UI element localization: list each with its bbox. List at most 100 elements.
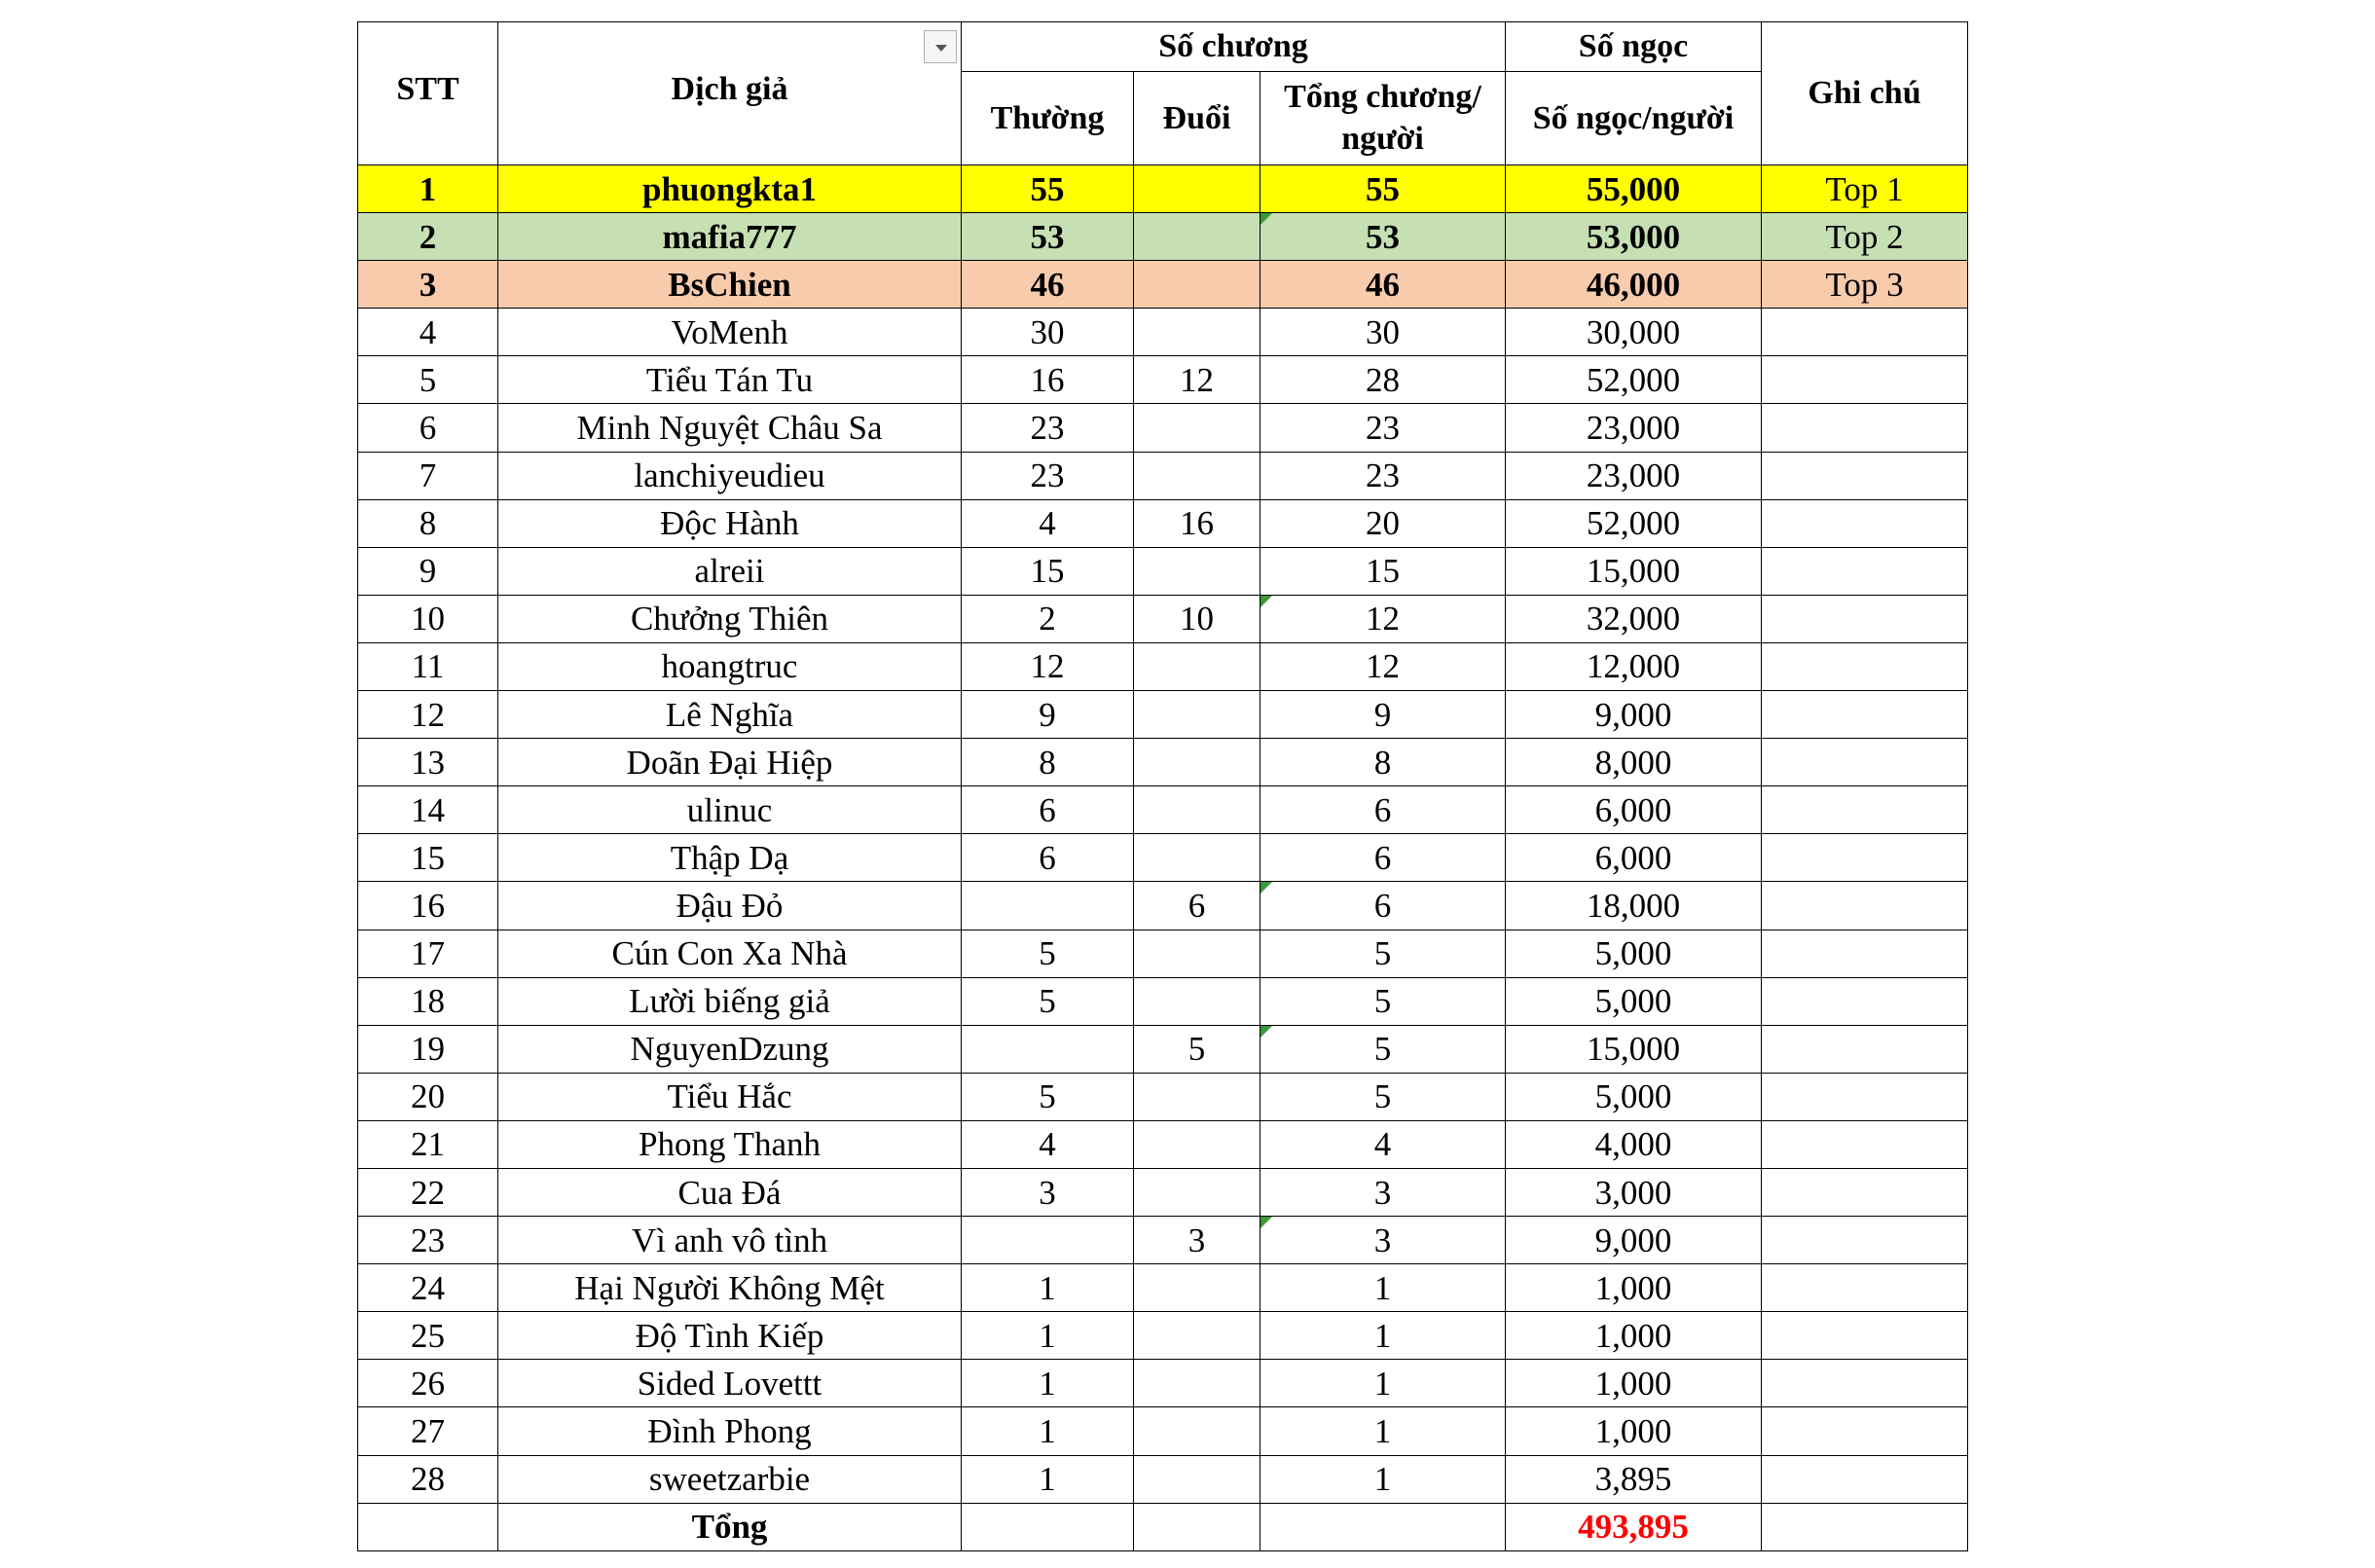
translator-cell: BsChien xyxy=(497,260,962,310)
translator-cell: Đình Phong xyxy=(497,1406,962,1456)
normal-chapters-cell: 30 xyxy=(961,308,1134,357)
stt-cell: 10 xyxy=(357,594,498,643)
translator-cell: Vì anh vô tình xyxy=(497,1216,962,1265)
total-chapters-cell: 1 xyxy=(1260,1359,1506,1408)
stt-cell: 21 xyxy=(357,1119,498,1169)
chase-chapters-cell xyxy=(1133,308,1261,357)
total-chapters-cell: 5 xyxy=(1260,929,1506,978)
total-chapters-cell: 6 xyxy=(1260,785,1506,835)
note-cell xyxy=(1761,546,1968,596)
normal-chapters-cell: 5 xyxy=(961,929,1134,978)
normal-chapters-cell: 53 xyxy=(961,212,1134,262)
normal-chapters-cell: 1 xyxy=(961,1359,1134,1408)
total-chapters-cell: 1 xyxy=(1260,1454,1506,1504)
total-chapters-cell: 46 xyxy=(1260,260,1506,310)
stt-cell: 4 xyxy=(357,308,498,357)
gems-cell: 15,000 xyxy=(1505,1024,1762,1074)
note-cell xyxy=(1761,929,1968,978)
chase-chapters-cell xyxy=(1133,641,1261,692)
chase-chapters-cell: 10 xyxy=(1133,594,1261,643)
table-row: 13 Doãn Đại Hiệp 8 8 8,000 xyxy=(357,738,1968,787)
normal-chapters-cell: 55 xyxy=(961,164,1134,214)
translator-cell: Phong Thanh xyxy=(497,1119,962,1169)
chase-chapters-cell xyxy=(1133,546,1261,596)
chase-chapters-cell xyxy=(1133,403,1261,453)
normal-chapters-cell: 16 xyxy=(961,355,1134,405)
gems-cell: 52,000 xyxy=(1505,498,1762,548)
total-chapters-cell: 23 xyxy=(1260,403,1506,453)
total-chapters-cell-flagged: 12 xyxy=(1260,594,1506,643)
table-row: 21 Phong Thanh 4 4 4,000 xyxy=(357,1119,1968,1169)
table-row: 2 mafia777 53 53 53,000 Top 2 xyxy=(357,212,1968,262)
chase-chapters-cell xyxy=(1133,1119,1261,1169)
total-chapters-cell: 28 xyxy=(1260,355,1506,405)
chase-chapters-cell xyxy=(1133,1406,1261,1456)
notes-header: Ghi chú xyxy=(1761,21,1968,165)
chase-chapters-cell xyxy=(1133,1072,1261,1121)
chase-chapters-cell xyxy=(1133,260,1261,310)
total-label: Tổng xyxy=(497,1502,962,1551)
table-row: 7 lanchiyeudieu 23 23 23,000 xyxy=(357,451,1968,500)
total-row: Tổng 493,895 xyxy=(357,1502,1968,1551)
stt-cell: 13 xyxy=(357,738,498,787)
stt-cell: 23 xyxy=(357,1216,498,1265)
chase-chapters-cell xyxy=(1133,976,1261,1026)
translator-cell: Chưởng Thiên xyxy=(497,594,962,643)
table-row: 5 Tiểu Tán Tu 16 12 28 52,000 xyxy=(357,355,1968,405)
total-chapters-cell: 1 xyxy=(1260,1263,1506,1313)
total-chapters-cell: 5 xyxy=(1260,976,1506,1026)
normal-chapters-cell: 5 xyxy=(961,976,1134,1026)
stt-cell: 2 xyxy=(357,212,498,262)
table-row: 11 hoangtruc 12 12 12,000 xyxy=(357,641,1968,692)
normal-chapters-cell xyxy=(961,1024,1134,1074)
translator-cell: Độ Tình Kiếp xyxy=(497,1311,962,1361)
gems-cell: 46,000 xyxy=(1505,260,1762,310)
gems-cell: 9,000 xyxy=(1505,1216,1762,1265)
table-row: 8 Độc Hành 4 16 20 52,000 xyxy=(357,498,1968,548)
chase-chapters-cell xyxy=(1133,1263,1261,1313)
stt-cell: 14 xyxy=(357,785,498,835)
normal-chapters-cell: 4 xyxy=(961,1119,1134,1169)
filter-dropdown-icon[interactable] xyxy=(924,30,957,63)
stt-cell: 19 xyxy=(357,1024,498,1074)
translator-cell: sweetzarbie xyxy=(497,1454,962,1504)
stt-cell: 15 xyxy=(357,833,498,883)
chase-chapters-cell xyxy=(1133,1311,1261,1361)
stt-cell: 1 xyxy=(357,164,498,214)
chase-chapters-cell xyxy=(1133,738,1261,787)
stt-cell: 25 xyxy=(357,1311,498,1361)
translator-cell: Cua Đá xyxy=(497,1167,962,1218)
table-row: 18 Lười biếng giả 5 5 5,000 xyxy=(357,976,1968,1026)
total-chapters-cell: 9 xyxy=(1260,690,1506,740)
normal-chapters-cell: 2 xyxy=(961,594,1134,643)
gems-cell: 23,000 xyxy=(1505,451,1762,500)
normal-chapters-cell: 9 xyxy=(961,690,1134,740)
translator-cell: phuongkta1 xyxy=(497,164,962,214)
chase-chapters-header: Đuổi xyxy=(1133,71,1261,165)
chase-chapters-cell: 5 xyxy=(1133,1024,1261,1074)
table-row: 16 Đậu Đỏ 6 6 18,000 xyxy=(357,881,1968,930)
total-chapters-header: Tổng chương/người xyxy=(1260,71,1506,165)
note-cell xyxy=(1761,355,1968,405)
table-row: 28 sweetzarbie 1 1 3,895 xyxy=(357,1454,1968,1504)
gems-cell: 55,000 xyxy=(1505,164,1762,214)
gems-cell: 8,000 xyxy=(1505,738,1762,787)
gems-cell: 3,895 xyxy=(1505,1454,1762,1504)
stt-cell: 27 xyxy=(357,1406,498,1456)
table-row: 1 phuongkta1 55 55 55,000 Top 1 xyxy=(357,164,1968,214)
chase-chapters-cell xyxy=(1133,1454,1261,1504)
total-row-chase-cell xyxy=(1133,1502,1261,1551)
total-gems: 493,895 xyxy=(1505,1502,1762,1551)
table-row: 23 Vì anh vô tình 3 3 9,000 xyxy=(357,1216,1968,1265)
total-chapters-cell: 4 xyxy=(1260,1119,1506,1169)
total-chapters-cell: 12 xyxy=(1260,641,1506,692)
translator-cell: Hại Người Không Mệt xyxy=(497,1263,962,1313)
note-cell xyxy=(1761,1167,1968,1218)
stt-cell: 26 xyxy=(357,1359,498,1408)
total-chapters-cell: 1 xyxy=(1260,1406,1506,1456)
translator-cell: Độc Hành xyxy=(497,498,962,548)
total-chapters-cell: 20 xyxy=(1260,498,1506,548)
total-row-note-cell xyxy=(1761,1502,1968,1551)
note-cell xyxy=(1761,881,1968,930)
normal-chapters-cell: 5 xyxy=(961,1072,1134,1121)
